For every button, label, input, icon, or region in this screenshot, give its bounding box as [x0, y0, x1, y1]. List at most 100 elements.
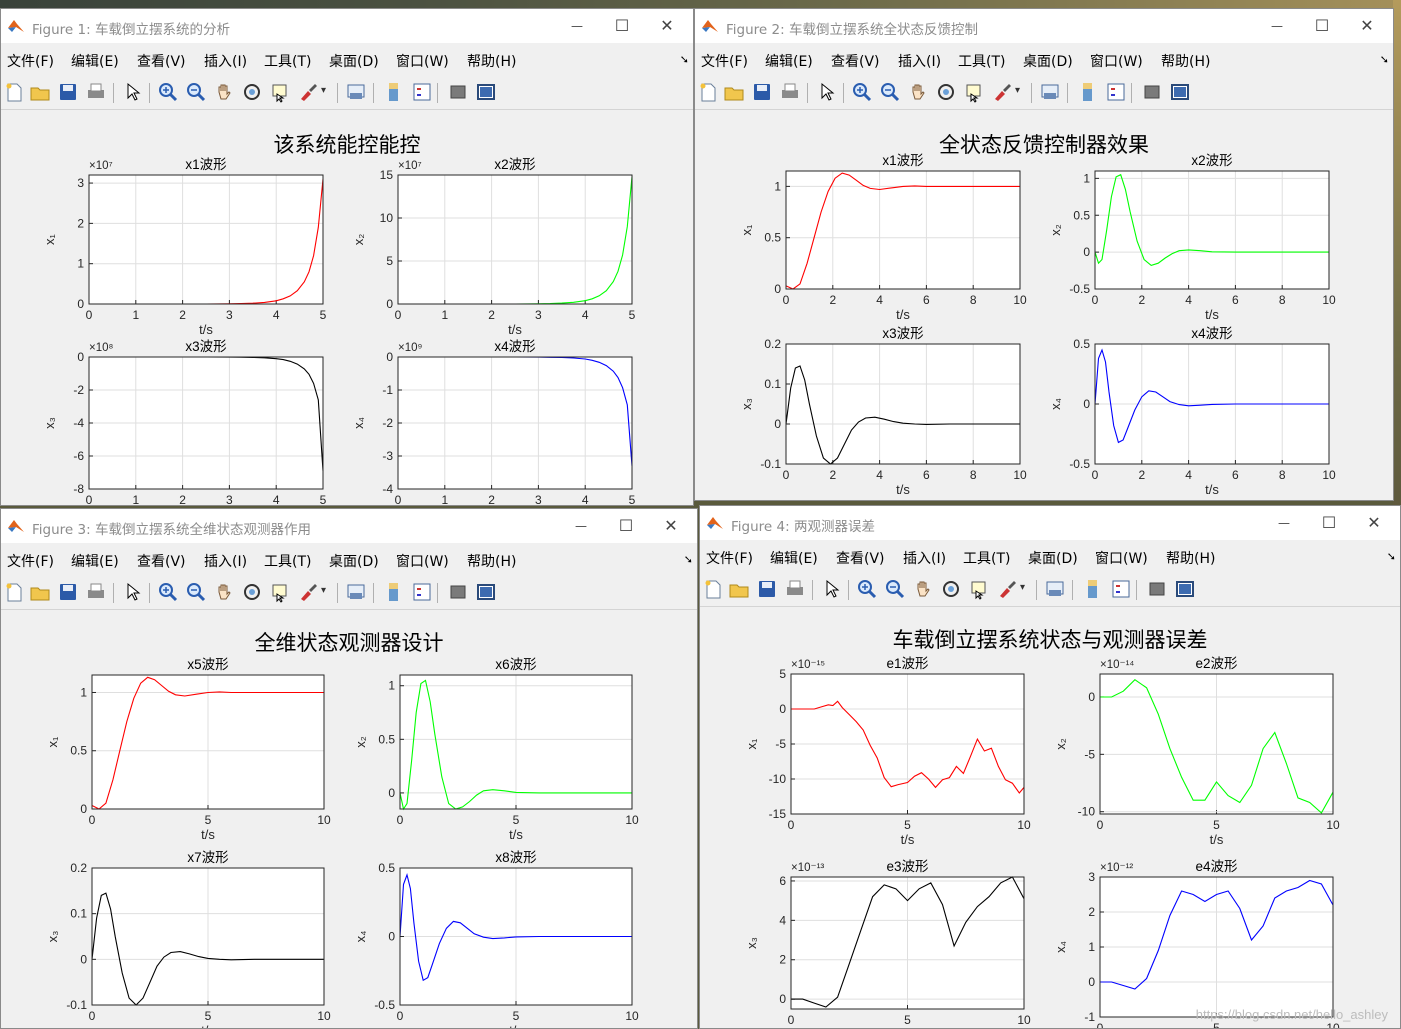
minimize-button[interactable]: —	[1262, 510, 1306, 536]
menu-item[interactable]: 桌面(D)	[329, 551, 379, 571]
data-cursor-icon[interactable]	[269, 81, 291, 103]
rotate-3d-icon[interactable]	[935, 81, 957, 103]
menu-item[interactable]: 插入(I)	[204, 551, 247, 571]
subplot-axes[interactable]: 0 5 10-10123e4波形×10⁻¹²x₄	[1053, 859, 1340, 1028]
open-file-icon[interactable]	[728, 578, 750, 600]
link-plot-icon[interactable]	[1039, 81, 1061, 103]
subplot-axes[interactable]: 0510-0.100.10.2x7波形t/sx₃	[45, 850, 331, 1028]
menu-item[interactable]: 文件(F)	[7, 51, 54, 71]
brush-dropdown-icon[interactable]: ▾	[1020, 582, 1025, 593]
subplot-axes[interactable]: 0 1 2 3 4 5 -4 -3 -2 -1 0 x4波形 ×10⁹ x₄	[351, 339, 636, 505]
maximize-button[interactable]: ☐	[1307, 510, 1351, 536]
subplot-axes[interactable]: 0 2 4 6 8 10 0 0.5 1 x1波形 t/s x₁	[739, 153, 1027, 322]
hide-plot-tools-icon[interactable]	[447, 581, 469, 603]
menu-item[interactable]: 帮助(H)	[1161, 51, 1210, 71]
data-cursor-icon[interactable]	[269, 581, 291, 603]
brush-icon[interactable]	[991, 81, 1013, 103]
maximize-button[interactable]: ☐	[600, 13, 644, 39]
print-icon[interactable]	[85, 581, 107, 603]
menu-item[interactable]: 窗口(W)	[396, 551, 449, 571]
legend-icon[interactable]	[411, 81, 433, 103]
data-cursor-icon[interactable]	[968, 578, 990, 600]
figure-canvas[interactable]: 车载倒立摆系统状态与观测器误差 0 5 10 -15 -10 -5 0 5 e1波形 ×10⁻¹⁵ t…	[700, 610, 1400, 1028]
menu-item[interactable]: 文件(F)	[706, 548, 753, 568]
subplot-axes[interactable]: 0 2 4 6 8 10-0.500.51x2波形t/sx₂	[1048, 153, 1336, 322]
link-plot-icon[interactable]	[1044, 578, 1066, 600]
menu-item[interactable]: 编辑(E)	[71, 51, 119, 71]
menu-item[interactable]: 窗口(W)	[396, 51, 449, 71]
figure-3-window[interactable]: Figure 3: 车载倒立摆系统全维状态观测器作用 — ☐ ✕ 文件(F) 编辑(E) 查…	[0, 508, 698, 1029]
new-figure-icon[interactable]	[3, 81, 25, 103]
brush-dropdown-icon[interactable]: ▾	[321, 585, 326, 596]
open-file-icon[interactable]	[29, 81, 51, 103]
menu-item[interactable]: 工具(T)	[264, 51, 311, 71]
zoom-in-icon[interactable]	[157, 581, 179, 603]
menu-item[interactable]: 帮助(H)	[1166, 548, 1215, 568]
subplot-axes[interactable]: 0 5 10 -15 -10 -5 0 5 e1波形 ×10⁻¹⁵ t/s x₁	[744, 656, 1031, 847]
data-cursor-icon[interactable]	[963, 81, 985, 103]
pan-icon[interactable]	[213, 81, 235, 103]
subplot-axes[interactable]: 0 5 10 0 2 4 6 e3波形 ×10⁻¹³ x₃	[744, 859, 1031, 1027]
menu-item[interactable]: 插入(I)	[204, 51, 247, 71]
pan-icon[interactable]	[907, 81, 929, 103]
menu-item[interactable]: 查看(V)	[831, 51, 880, 71]
figure-2-window[interactable]: Figure 2: 车载倒立摆系统全状态反馈控制 — ☐ ✕ 文件(F) 编辑(E) 查看(…	[694, 8, 1394, 501]
close-button[interactable]: ✕	[1345, 13, 1389, 39]
menu-item[interactable]: 桌面(D)	[1023, 51, 1073, 71]
menu-item[interactable]: 窗口(W)	[1090, 51, 1143, 71]
dock-arrow-icon[interactable]: ➘	[1380, 53, 1389, 66]
menu-item[interactable]: 桌面(D)	[1028, 548, 1078, 568]
menu-item[interactable]: 窗口(W)	[1095, 548, 1148, 568]
zoom-out-icon[interactable]	[884, 578, 906, 600]
show-plot-tools-icon[interactable]	[475, 81, 497, 103]
pan-icon[interactable]	[213, 581, 235, 603]
minimize-button[interactable]: —	[555, 13, 599, 39]
brush-icon[interactable]	[297, 581, 319, 603]
dock-arrow-icon[interactable]: ➘	[680, 53, 689, 66]
menu-item[interactable]: 工具(T)	[963, 548, 1010, 568]
show-plot-tools-icon[interactable]	[1174, 578, 1196, 600]
menu-item[interactable]: 编辑(E)	[71, 551, 119, 571]
menu-item[interactable]: 查看(V)	[137, 51, 186, 71]
menu-item[interactable]: 插入(I)	[898, 51, 941, 71]
menu-item[interactable]: 插入(I)	[903, 548, 946, 568]
save-icon[interactable]	[57, 81, 79, 103]
menu-item[interactable]: 工具(T)	[958, 51, 1005, 71]
colorbar-icon[interactable]	[1077, 81, 1099, 103]
subplot-axes[interactable]: 0 1 2 3 4 5 -8 -6 -4 -2 0 x3波形 ×10⁸ x₃	[42, 339, 327, 505]
hide-plot-tools-icon[interactable]	[1146, 578, 1168, 600]
save-icon[interactable]	[57, 581, 79, 603]
new-figure-icon[interactable]	[3, 581, 25, 603]
legend-icon[interactable]	[1110, 578, 1132, 600]
rotate-3d-icon[interactable]	[940, 578, 962, 600]
subplot-axes[interactable]: 0 2 4 6 8 10-0.500.5x4波形t/sx₄	[1048, 326, 1336, 497]
figure-canvas[interactable]: 全状态反馈控制器效果 0 2 4 6 8 10 0 0.5 1 x1波形 t/s x₁ 0 2 4 6 8 10 -0…	[695, 113, 1393, 500]
title-bar[interactable]: Figure 4: 两观测器误差 — ☐ ✕	[700, 506, 1400, 540]
subplot-axes[interactable]: 0 5 10 -10 -5 0 e2波形 ×10⁻¹⁴ t/s x₂	[1053, 656, 1340, 847]
menu-item[interactable]: 帮助(H)	[467, 51, 516, 71]
legend-icon[interactable]	[1105, 81, 1127, 103]
zoom-out-icon[interactable]	[185, 81, 207, 103]
colorbar-icon[interactable]	[383, 81, 405, 103]
brush-dropdown-icon[interactable]: ▾	[1015, 85, 1020, 96]
dock-arrow-icon[interactable]: ➘	[1387, 550, 1396, 563]
close-button[interactable]: ✕	[649, 513, 693, 539]
subplot-axes[interactable]: 0 5 10 0 0.5 1 x6波形 t/s x₂	[353, 657, 639, 842]
title-bar[interactable]: Figure 1: 车载倒立摆系统的分析 — ☐ ✕	[1, 9, 693, 43]
brush-icon[interactable]	[297, 81, 319, 103]
show-plot-tools-icon[interactable]	[1169, 81, 1191, 103]
print-icon[interactable]	[779, 81, 801, 103]
pointer-icon[interactable]	[121, 81, 143, 103]
figure-canvas[interactable]: 该系统能控能控 0 1 2 3 4 5 0 1 2 3 x1波形 ×10⁷ t/s x₁ 0 1 2 3 4 5 0 5 10…	[1, 113, 693, 505]
brush-dropdown-icon[interactable]: ▾	[321, 85, 326, 96]
open-file-icon[interactable]	[723, 81, 745, 103]
open-file-icon[interactable]	[29, 581, 51, 603]
menu-item[interactable]: 桌面(D)	[329, 51, 379, 71]
subplot-axes[interactable]: 0 1 2 3 4 5 0 1 2 3 x1波形 ×10⁷ t/s x₁	[42, 157, 327, 337]
zoom-in-icon[interactable]	[157, 81, 179, 103]
menu-item[interactable]: 编辑(E)	[765, 51, 813, 71]
save-icon[interactable]	[756, 578, 778, 600]
new-figure-icon[interactable]	[702, 578, 724, 600]
pointer-icon[interactable]	[820, 578, 842, 600]
subplot-axes[interactable]: 0 2 4 6 8 10-0.100.10.2x3波形t/sx₃	[739, 326, 1027, 497]
